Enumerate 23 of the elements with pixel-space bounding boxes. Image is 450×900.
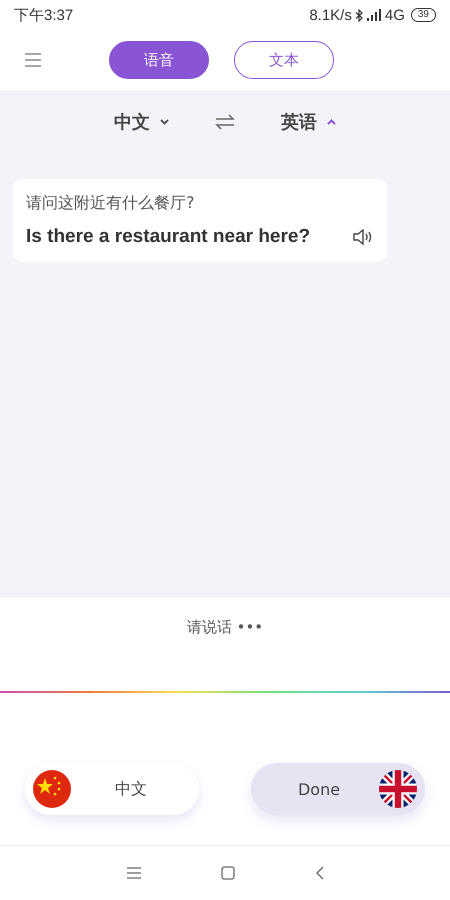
mode-tab[interactable]: 文本 [234,41,334,79]
status-time: 下午3:37 [14,6,74,24]
bluetooth-icon [354,8,363,22]
speaker-icon[interactable] [353,229,373,245]
uk-flag-icon [379,770,417,808]
back-icon[interactable] [314,866,324,880]
network-speed: 8.1K/s [309,6,352,24]
battery-icon: 39 [410,8,436,22]
translation-text: Is there a restaurant near here? [26,226,310,248]
language-selector[interactable]: 英语 [275,109,342,135]
language-button[interactable]: 中文 [25,763,199,815]
signal-icon [366,9,382,21]
swap-icon[interactable] [215,114,235,130]
china-flag-icon [33,770,71,808]
language-button[interactable]: Done [251,763,425,815]
source-text: 请问这附近有什么餐厅? [26,193,196,214]
language-selector[interactable]: 中文 [108,109,175,135]
home-icon[interactable] [220,866,234,880]
menu-icon[interactable] [25,52,41,68]
menu-icon[interactable] [126,867,140,879]
network-type: 4G [384,6,405,24]
mode-tab[interactable]: 语音 [109,41,209,79]
speak-prompt: 请说话 ••• [186,618,264,637]
